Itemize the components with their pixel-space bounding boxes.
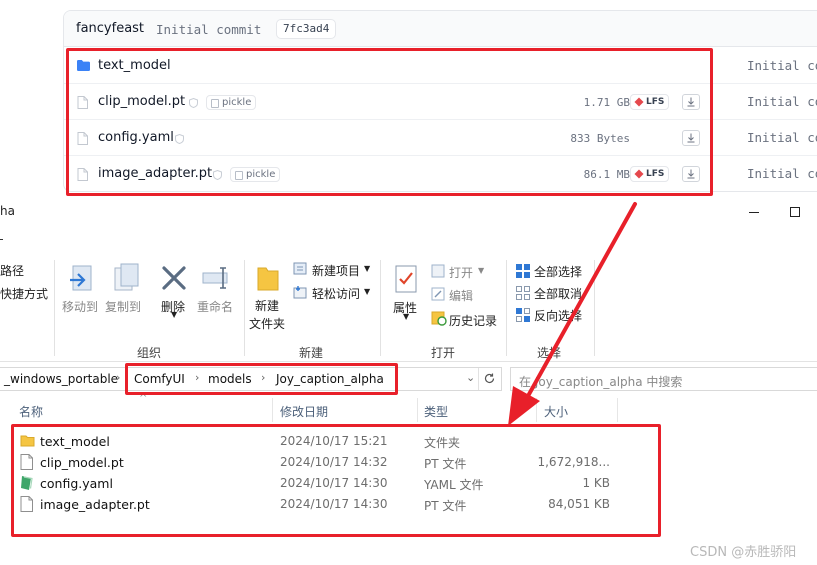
annotation-arrow <box>508 202 637 426</box>
watermark: CSDN @赤胜骄阳 <box>690 545 797 560</box>
